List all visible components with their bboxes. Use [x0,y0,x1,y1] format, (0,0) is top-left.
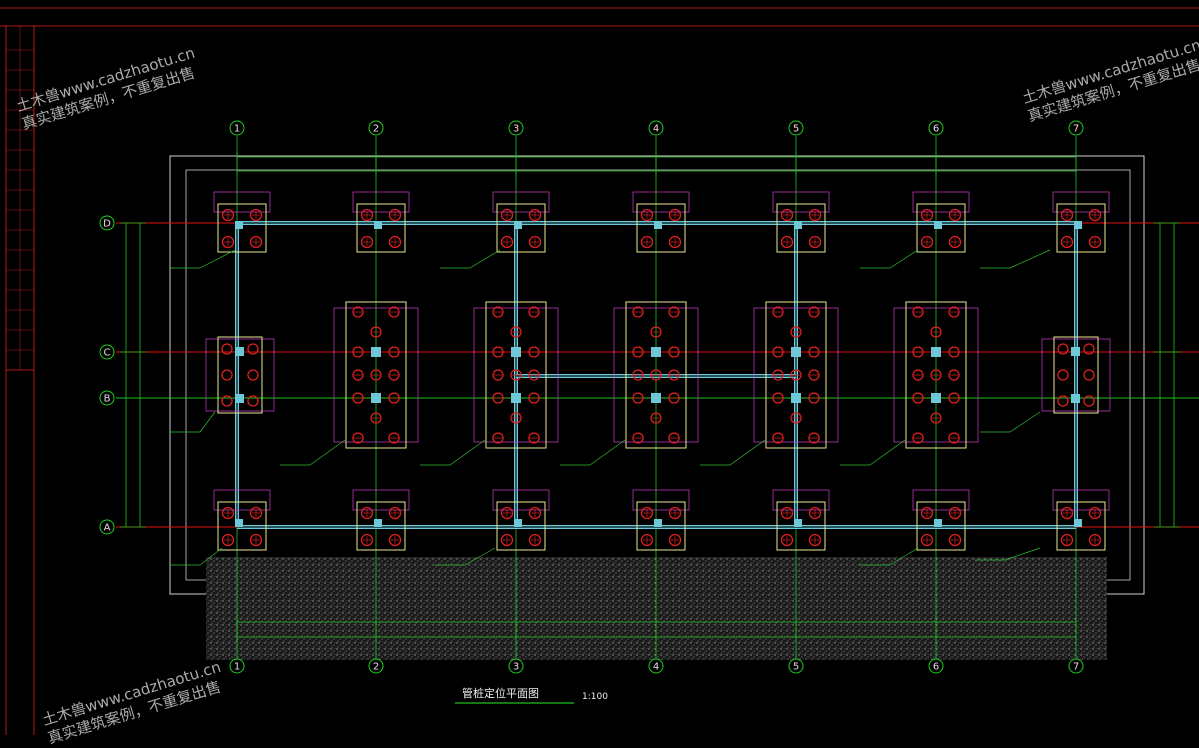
axis-bubble-left-label: D [103,219,111,230]
column-stub [371,393,381,403]
dimension-tag-frame [1052,191,1110,213]
pile [1057,369,1069,381]
cad-drawing-canvas: 1 1 2 2 3 3 4 4 5 5 6 6 7 7 D C B A 管桩定位平面图 1:100 [0,7,1199,735]
column-stub [235,519,243,527]
label-leader [199,249,236,269]
column-stub [654,221,662,229]
column-stub [1074,519,1082,527]
column-stub [235,347,244,356]
pile [1083,369,1095,381]
column-stub [791,393,801,403]
dimension-tag-frame [632,489,690,511]
label-leader [589,439,626,466]
label-leader [199,411,216,433]
axis-bubble-left-label: B [104,394,111,405]
pile [1083,395,1095,407]
axis-bubble-bottom-label: 1 [234,662,240,673]
pile [1083,343,1095,355]
dimension-tag-frame [912,489,970,511]
axis-bubble-top-label: 2 [373,124,379,135]
label-leader [1009,411,1041,433]
column-stub [794,519,802,527]
axis-bubble-bottom-label: 6 [933,662,939,673]
dimension-tag-frame [772,489,830,511]
axis-bubble-bottom-label: 5 [793,662,799,673]
drawing-scale: 1:100 [582,692,608,702]
axis-bubble-bottom-label: 2 [373,662,379,673]
pile [221,343,233,355]
column-stub [235,394,244,403]
axis-bubble-top-label: 5 [793,124,799,135]
column-stub [791,347,801,357]
column-stub [651,347,661,357]
axis-bubble-bottom-label: 4 [653,662,659,673]
pile-caps [170,191,1111,566]
pile [1057,343,1069,355]
pile [247,369,259,381]
column-stub [934,519,942,527]
dimension-tag-frame [912,191,970,213]
label-leader [729,439,766,466]
label-leader [469,249,501,269]
label-leader [1009,249,1051,269]
dimension-tag-frame [213,489,271,511]
axis-bubble-bottom-label: 7 [1073,662,1079,673]
column-stub [1071,347,1080,356]
column-stub [235,221,243,229]
pile [1057,395,1069,407]
label-leader [309,439,346,466]
pile [221,395,233,407]
pile [247,395,259,407]
column-stub [934,221,942,229]
axis-bubble-bottom-label: 3 [513,662,519,673]
column-stub [651,393,661,403]
column-stub [514,519,522,527]
pile [221,369,233,381]
pile [247,343,259,355]
column-stub [931,347,941,357]
axis-bubble-left-label: A [104,523,111,534]
column-stub [371,347,381,357]
title-block-strip [6,26,34,370]
column-stub [794,221,802,229]
column-stub [654,519,662,527]
axis-bubble-top-label: 1 [234,124,240,135]
axis-bubble-top-label: 3 [513,124,519,135]
column-stub [1071,394,1080,403]
dimension-tag-frame [632,191,690,213]
dimension-tag-frame [772,191,830,213]
drawing-title: 管桩定位平面图 [462,686,539,700]
dimension-tag-frame [492,489,550,511]
dimension-tag-frame [352,191,410,213]
label-leader [869,439,906,466]
axis-bubble-top-label: 4 [653,124,659,135]
label-leader [889,249,919,269]
label-leader [449,439,486,466]
dimension-tag-frame [213,191,271,213]
column-stub [374,519,382,527]
column-stub [511,347,521,357]
column-stub [1074,221,1082,229]
column-stub [511,393,521,403]
dimension-tag-frame [1052,489,1110,511]
axis-bubble-top-label: 6 [933,124,939,135]
dimension-tag-frame [352,489,410,511]
dimension-tag-frame [492,191,550,213]
column-stub [374,221,382,229]
column-stub [931,393,941,403]
axis-bubble-left-label: C [104,348,111,359]
axis-bubble-top-label: 7 [1073,124,1079,135]
column-stub [514,221,522,229]
hatched-slab [206,557,1107,660]
